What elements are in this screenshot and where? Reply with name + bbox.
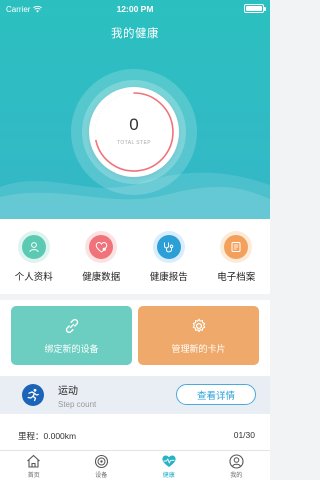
- quick-actions: 个人资料 健康数据 健康报告 电子档案: [0, 219, 270, 294]
- tab-health[interactable]: 健康: [135, 451, 203, 480]
- view-details-button[interactable]: 查看详情: [176, 384, 256, 405]
- quick-action-health-data[interactable]: 健康数据: [68, 219, 136, 294]
- sport-subtitle: Step count: [58, 399, 97, 409]
- sport-section: 运动 Step count 查看详情: [0, 376, 270, 414]
- bind-device-label: 绑定新的设备: [44, 343, 99, 354]
- quick-action-label: 个人资料: [14, 272, 53, 283]
- quick-action-label: 健康数据: [82, 272, 121, 283]
- heart-icon: [89, 235, 114, 259]
- person-icon: [21, 235, 46, 259]
- device-icon: [93, 453, 109, 469]
- tab-home[interactable]: 首页: [0, 451, 68, 480]
- status-time: 12:00 PM: [116, 4, 154, 14]
- page-indicator: 01/30: [233, 430, 255, 440]
- status-bar: Carrier 12:00 PM: [6, 3, 266, 15]
- battery-icon: [244, 4, 266, 13]
- action-cards: 绑定新的设备 管理新的卡片: [0, 294, 270, 376]
- distance-label: 里程：0.000km: [18, 431, 77, 441]
- health-header: Carrier 12:00 PM 我的健康 0 TOTAL STEP: [0, 0, 270, 219]
- running-icon: [22, 384, 44, 406]
- manage-card-card[interactable]: 管理新的卡片: [138, 306, 259, 365]
- user-icon: [228, 453, 244, 469]
- quick-action-profile[interactable]: 个人资料: [0, 219, 68, 294]
- quick-action-health-report[interactable]: 健康报告: [135, 219, 203, 294]
- tab-mine[interactable]: 我的: [203, 451, 271, 480]
- tab-label: 健康: [162, 473, 175, 479]
- heartbeat-icon: [161, 453, 177, 469]
- manage-card-label: 管理新的卡片: [171, 343, 226, 354]
- bottom-tab-bar: 首页 设备 健康 我的: [0, 450, 270, 480]
- quick-action-label: 电子档案: [217, 272, 256, 283]
- tab-device[interactable]: 设备: [68, 451, 136, 480]
- document-icon: [224, 235, 249, 259]
- sport-title: 运动: [58, 385, 78, 397]
- stethoscope-icon: [156, 235, 181, 259]
- carrier-name: Carrier: [6, 4, 31, 14]
- tab-label: 首页: [27, 473, 40, 479]
- tab-label: 我的: [230, 473, 243, 479]
- step-ring: 0 TOTAL STEP: [71, 69, 197, 195]
- wifi-icon: [33, 5, 43, 13]
- quick-action-label: 健康报告: [149, 272, 188, 283]
- step-counter[interactable]: 0 TOTAL STEP: [89, 87, 179, 177]
- page-title: 我的健康: [111, 28, 159, 40]
- step-count-value: 0: [129, 115, 139, 134]
- tab-label: 设备: [95, 473, 108, 479]
- distance-row: 里程：0.000km 01/30: [0, 414, 270, 450]
- carrier-indicator: Carrier: [6, 4, 43, 14]
- home-icon: [26, 453, 42, 469]
- link-icon: [65, 318, 78, 333]
- quick-action-e-record[interactable]: 电子档案: [203, 219, 271, 294]
- step-count-label: TOTAL STEP: [117, 140, 151, 146]
- gear-icon: [192, 318, 205, 332]
- bind-device-card[interactable]: 绑定新的设备: [11, 306, 132, 365]
